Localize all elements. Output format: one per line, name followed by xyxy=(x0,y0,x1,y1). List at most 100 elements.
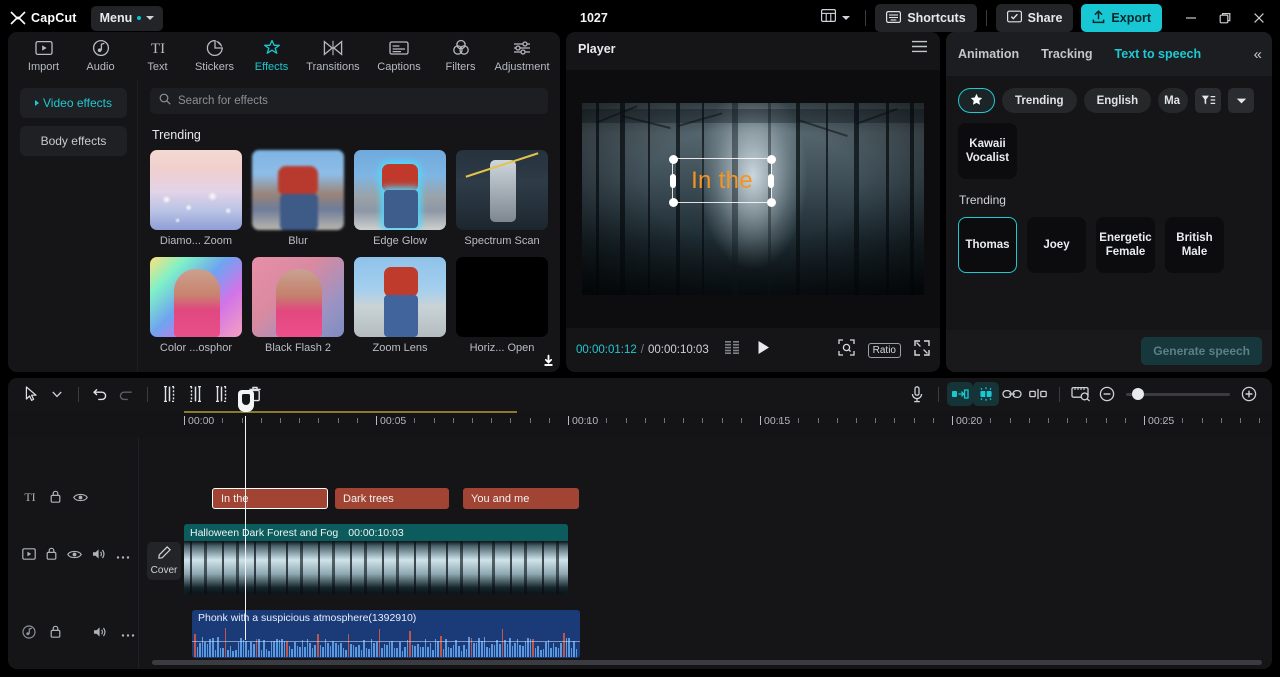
cover-button[interactable]: Cover xyxy=(147,542,181,580)
zoom-out-icon[interactable] xyxy=(1094,382,1120,406)
link-icon[interactable] xyxy=(999,382,1025,406)
freeze-icon[interactable] xyxy=(973,382,999,406)
tab-effects[interactable]: Effects xyxy=(243,33,300,79)
audio-track-icon xyxy=(22,624,36,644)
redo-icon[interactable] xyxy=(113,382,139,406)
hamburger-icon[interactable] xyxy=(911,40,928,58)
text-overlay-selection[interactable]: In the xyxy=(668,154,776,207)
resize-handle-middle-left[interactable] xyxy=(670,173,676,188)
generate-speech-button[interactable]: Generate speech xyxy=(1141,337,1262,365)
search-input[interactable] xyxy=(178,95,539,107)
voice-card-british-male[interactable]: British Male xyxy=(1165,217,1224,273)
chevron-down-icon[interactable] xyxy=(1228,88,1255,113)
text-clip-you-and-me[interactable]: You and me xyxy=(463,488,579,509)
trim-left-icon[interactable] xyxy=(182,382,208,406)
ratio-button[interactable]: Ratio xyxy=(867,342,901,358)
playhead[interactable] xyxy=(237,390,254,640)
filter-chip-english[interactable]: English xyxy=(1083,88,1152,113)
lock-icon[interactable] xyxy=(50,490,61,508)
voice-card-thomas[interactable]: Thomas xyxy=(958,217,1017,273)
volume-icon[interactable] xyxy=(92,547,106,565)
text-clip-in-the[interactable]: In the xyxy=(212,488,328,509)
filter-chip-trending[interactable]: Trending xyxy=(1002,88,1077,113)
ruler-tick-minor xyxy=(875,418,877,423)
undo-icon[interactable] xyxy=(87,382,113,406)
timeline-horizontal-scrollbar[interactable] xyxy=(152,660,1262,665)
effect-card[interactable]: Black Flash 2 xyxy=(252,257,553,366)
split-icon[interactable] xyxy=(156,382,182,406)
tab-stickers[interactable]: Stickers xyxy=(186,33,243,79)
tab-tracking[interactable]: Tracking xyxy=(1041,47,1092,61)
ruler-tick-minor xyxy=(798,418,800,423)
preview-size-icon[interactable] xyxy=(1068,382,1094,406)
tab-audio[interactable]: Audio xyxy=(72,33,129,79)
resize-handle-bottom-left[interactable] xyxy=(668,197,678,207)
effects-search-box[interactable] xyxy=(150,88,548,114)
crop-icon[interactable] xyxy=(837,339,855,361)
eye-icon[interactable] xyxy=(73,490,88,508)
frames-icon[interactable] xyxy=(724,341,743,359)
volume-icon[interactable] xyxy=(93,625,107,643)
menu-button[interactable]: Menu xyxy=(90,5,164,31)
effect-card[interactable]: Diamo... Zoom xyxy=(150,150,242,247)
filmstrip-frame xyxy=(376,541,408,594)
favorites-filter-chip[interactable] xyxy=(958,88,995,113)
keyframe-icon[interactable] xyxy=(1025,382,1051,406)
effect-card[interactable]: Horiz... Open xyxy=(456,257,553,366)
mirror-icon[interactable] xyxy=(947,382,973,406)
zoom-slider-knob[interactable] xyxy=(1132,388,1144,400)
tab-adjustment[interactable]: Adjustment xyxy=(489,33,555,79)
lock-icon[interactable] xyxy=(50,625,61,643)
close-button[interactable] xyxy=(1242,3,1276,33)
lock-icon[interactable] xyxy=(46,547,57,565)
resize-handle-middle-right[interactable] xyxy=(768,173,774,188)
download-icon[interactable] xyxy=(541,353,556,368)
microphone-icon[interactable] xyxy=(904,382,930,406)
share-button[interactable]: Share xyxy=(995,4,1074,32)
select-tool-icon[interactable] xyxy=(18,382,44,406)
video-clip[interactable]: Halloween Dark Forest and Fog 00:00:10:0… xyxy=(184,524,568,594)
more-icon[interactable] xyxy=(116,547,130,565)
tab-text[interactable]: TI Text xyxy=(129,33,186,79)
shortcuts-button[interactable]: Shortcuts xyxy=(875,4,977,32)
fullscreen-icon[interactable] xyxy=(914,339,930,361)
eye-icon[interactable] xyxy=(67,547,82,565)
voice-card-joey[interactable]: Joey xyxy=(1027,217,1086,273)
effect-card[interactable]: Color ...osphor xyxy=(150,257,553,366)
tab-captions[interactable]: Captions xyxy=(366,33,432,79)
waveform-bar xyxy=(486,647,488,657)
filter-icon[interactable] xyxy=(1195,88,1222,113)
resize-handle-bottom-right[interactable] xyxy=(766,197,776,207)
trim-right-icon[interactable] xyxy=(208,382,234,406)
filter-chip-male[interactable]: Ma xyxy=(1158,88,1189,113)
category-video-effects[interactable]: Video effects xyxy=(20,88,127,118)
tool-dropdown-caret-icon[interactable] xyxy=(44,382,70,406)
audio-clip[interactable]: Phonk with a suspicious atmosphere(13929… xyxy=(192,610,580,658)
category-body-effects[interactable]: Body effects xyxy=(20,126,127,156)
minimize-button[interactable] xyxy=(1174,3,1208,33)
resize-handle-top-right[interactable] xyxy=(766,154,776,164)
voice-card-kawaii-vocalist[interactable]: Kawaii Vocalist xyxy=(958,123,1017,179)
effect-card[interactable]: Spectrum Scan xyxy=(456,150,553,366)
layout-switch-button[interactable] xyxy=(815,5,856,31)
tab-text-to-speech[interactable]: Text to speech xyxy=(1115,47,1202,61)
zoom-slider[interactable] xyxy=(1126,388,1230,400)
voice-card-energetic-female[interactable]: Energetic Female xyxy=(1096,217,1155,273)
play-icon[interactable] xyxy=(757,340,770,360)
collapse-chevrons-icon[interactable]: « xyxy=(1254,46,1262,63)
effect-card[interactable]: Blur xyxy=(252,150,344,247)
restore-button[interactable] xyxy=(1208,3,1242,33)
tab-import[interactable]: Import xyxy=(15,33,72,79)
resize-handle-top-left[interactable] xyxy=(668,154,678,164)
effect-card[interactable]: Zoom Lens xyxy=(354,257,446,354)
export-button[interactable]: Export xyxy=(1081,4,1162,32)
tab-animation[interactable]: Animation xyxy=(958,47,1019,61)
more-icon[interactable] xyxy=(121,625,135,643)
playhead-handle[interactable] xyxy=(237,390,254,412)
zoom-in-icon[interactable] xyxy=(1236,382,1262,406)
tab-transitions[interactable]: Transitions xyxy=(300,33,366,79)
timeline-ruler[interactable]: 00:00 00:05 00:10 00:15 00:20 00:25 xyxy=(8,410,1272,438)
effect-card[interactable]: Edge Glow xyxy=(354,150,446,247)
text-clip-dark-trees[interactable]: Dark trees xyxy=(335,488,449,509)
tab-filters[interactable]: Filters xyxy=(432,33,489,79)
